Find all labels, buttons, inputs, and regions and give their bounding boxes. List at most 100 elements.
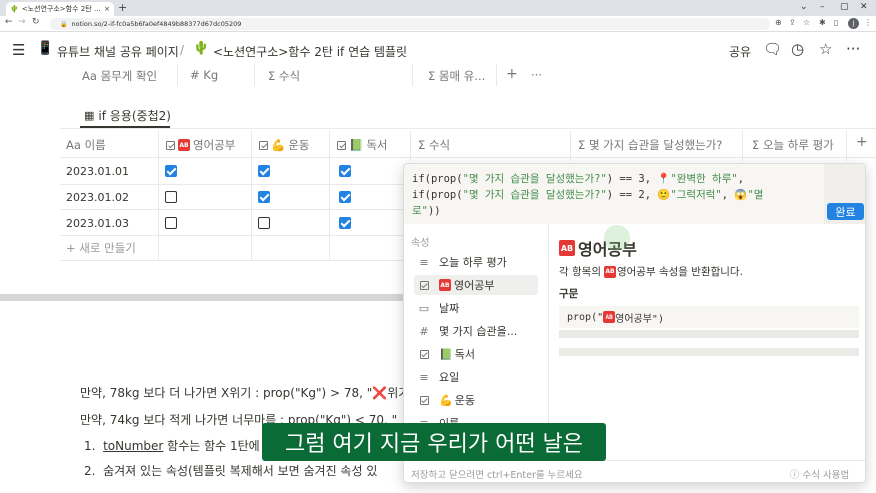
col-formula[interactable]: Σ 수식 xyxy=(418,137,450,153)
bookmark-star-icon[interactable]: ☆ xyxy=(803,18,810,27)
share-page-icon[interactable]: ⇪ xyxy=(789,18,796,27)
url-text: notion.so/2-if-fc0a5b6fa0ef4849b88377d67… xyxy=(71,20,242,28)
ab-tag-icon: AB xyxy=(559,240,575,256)
url-input[interactable]: 🔒 notion.so/2-if-fc0a5b6fa0ef4849b88377d… xyxy=(50,18,770,30)
syntax-label: 구문 xyxy=(559,288,579,300)
col-name[interactable]: Aa 이름 xyxy=(66,137,106,153)
prop-item-date[interactable]: ▭ 날짜 xyxy=(414,298,538,318)
row-2-exercise-checkbox[interactable] xyxy=(258,191,270,203)
cursor-highlight xyxy=(604,225,630,251)
prop-item-habits[interactable]: # 몇 가지 습관을... xyxy=(414,321,538,341)
row-1-english-checkbox[interactable] xyxy=(165,165,177,177)
top-col-weight-check[interactable]: Aa 몸무게 확인 xyxy=(82,68,157,84)
top-col-divider xyxy=(177,64,178,86)
top-col-divider xyxy=(496,64,497,86)
sidepanel-icon[interactable]: ▯ xyxy=(834,18,838,27)
back-icon[interactable]: ← xyxy=(5,17,13,27)
x-mark-icon: ❌ xyxy=(372,386,388,400)
ab-tag-icon: AB xyxy=(603,265,616,278)
breadcrumb-parent[interactable]: 유튜브 채널 공유 페이지 xyxy=(57,43,179,60)
row-2-english-checkbox[interactable] xyxy=(165,191,177,203)
more-options-icon[interactable]: ··· xyxy=(846,40,860,58)
flex-arm-icon: 💪 xyxy=(271,138,286,152)
smile-icon: 🙂 xyxy=(657,189,671,201)
breadcrumb-current[interactable]: <노션연구소>함수 2탄 if 연습 템플릿 xyxy=(213,43,407,60)
col-habits[interactable]: Σ 몇 가지 습관을 달성했는가? xyxy=(578,137,722,153)
list-icon: ≡ xyxy=(419,255,429,269)
top-add-column-button[interactable]: + xyxy=(506,66,518,82)
video-subtitle: 그럼 여기 지금 우리가 어떤 날은 xyxy=(262,423,606,461)
ab-tag-icon: AB xyxy=(603,311,616,323)
prop-item-eval[interactable]: ≡ 오늘 하루 평가 xyxy=(414,252,538,272)
row-3-exercise-checkbox[interactable] xyxy=(258,217,270,229)
top-more-button[interactable]: ··· xyxy=(531,68,542,82)
row-3-date[interactable]: 2023.01.03 xyxy=(66,217,129,230)
notion-favicon-icon: 🌵 xyxy=(10,5,19,13)
scream-icon: 😱 xyxy=(734,189,748,201)
list-item-1: 1. toNumber 함수는 함수 1탄에 xyxy=(84,439,260,453)
favorite-star-icon[interactable]: ☆ xyxy=(819,40,832,58)
top-col-body[interactable]: Σ 몸매 유... xyxy=(428,68,485,84)
reload-icon[interactable]: ↻ xyxy=(32,17,40,27)
add-column-button[interactable]: + xyxy=(856,134,868,150)
lock-icon: 🔒 xyxy=(60,20,68,28)
col-english[interactable]: AB 영어공부 xyxy=(166,137,235,153)
comment-icon[interactable]: 🗨 xyxy=(763,40,782,58)
syntax-placeholder-bar xyxy=(559,330,859,338)
row-divider xyxy=(60,184,405,185)
phone-page-icon: 📱 xyxy=(37,41,54,56)
row-3-reading-checkbox[interactable] xyxy=(339,217,351,229)
formula-input[interactable]: if(prop("몇 가지 습관을 달성했는가?") == 3, 📍"완벽한 하… xyxy=(404,164,865,224)
row-1-reading-checkbox[interactable] xyxy=(339,165,351,177)
forward-icon[interactable]: → xyxy=(18,17,26,27)
row-divider xyxy=(60,235,405,236)
top-col-divider xyxy=(254,64,255,86)
col-reading[interactable]: 📗 독서 xyxy=(337,137,388,153)
row-2-date[interactable]: 2023.01.02 xyxy=(66,191,129,204)
browser-tab[interactable]: 🌵 <노션연구소>함수 2탄 if 연습 × xyxy=(6,2,114,16)
checkbox-type-icon xyxy=(259,140,268,150)
prop-item-exercise[interactable]: 💪 운동 xyxy=(414,390,538,410)
checkbox-type-icon xyxy=(166,140,175,150)
checkbox-icon xyxy=(417,394,431,407)
extensions-icon[interactable]: ✱ xyxy=(819,18,826,27)
row-divider xyxy=(60,209,405,210)
row-1-date[interactable]: 2023.01.01 xyxy=(66,165,129,178)
profile-avatar[interactable]: J xyxy=(848,18,859,29)
row-3-english-checkbox[interactable] xyxy=(165,217,177,229)
done-button[interactable]: 완료 xyxy=(827,203,864,220)
checkbox-icon xyxy=(417,279,431,292)
prop-item-reading[interactable]: 📗 독서 xyxy=(414,344,538,364)
tab-search-icon[interactable]: ⌄ xyxy=(800,2,808,12)
hamburger-menu-icon[interactable]: ☰ xyxy=(12,41,25,59)
col-eval[interactable]: Σ 오늘 하루 평가 xyxy=(752,137,834,153)
formula-footer: 저장하고 닫으려면 ctrl+Enter를 누르세요 ⓘ 수식 사용법 xyxy=(404,460,865,482)
close-window-icon[interactable]: ✕ xyxy=(860,2,868,12)
formula-help-link[interactable]: ⓘ 수식 사용법 xyxy=(790,467,849,481)
share-button[interactable]: 공유 xyxy=(729,43,751,60)
minimize-icon[interactable]: – xyxy=(820,2,825,12)
new-tab-button[interactable]: + xyxy=(118,1,127,14)
checkbox-icon xyxy=(417,348,431,361)
history-clock-icon[interactable]: ◷ xyxy=(791,40,804,58)
new-row-button[interactable]: + 새로 만들기 xyxy=(66,240,136,256)
prop-item-english[interactable]: AB 영어공부 xyxy=(414,275,538,295)
breadcrumb-separator: / xyxy=(180,43,185,57)
prop-item-weekday[interactable]: ≡ 요일 xyxy=(414,367,538,387)
properties-label: 속성 xyxy=(411,238,430,249)
maximize-icon[interactable]: ▢ xyxy=(840,2,849,12)
row-1-exercise-checkbox[interactable] xyxy=(258,165,270,177)
view-tab[interactable]: ▦ if 응용(중첩2) xyxy=(84,107,171,124)
ab-tag-icon: AB xyxy=(439,279,451,291)
browser-menu-icon[interactable]: ⋮ xyxy=(864,18,872,27)
horizontal-scrollbar[interactable] xyxy=(0,294,403,301)
top-col-kg[interactable]: # Kg xyxy=(190,68,218,82)
ab-tag-icon: AB xyxy=(178,139,190,151)
tab-close-icon[interactable]: × xyxy=(104,5,110,13)
body-line-1: 만약, 78kg 보다 더 나가면 X위기 : prop("Kg") > 78,… xyxy=(80,386,410,400)
col-exercise[interactable]: 💪 운동 xyxy=(259,137,310,153)
list-icon: ≡ xyxy=(419,370,429,384)
row-2-reading-checkbox[interactable] xyxy=(339,191,351,203)
top-col-formula[interactable]: Σ 수식 xyxy=(268,68,300,84)
zoom-icon[interactable]: ⊕ xyxy=(775,18,782,27)
